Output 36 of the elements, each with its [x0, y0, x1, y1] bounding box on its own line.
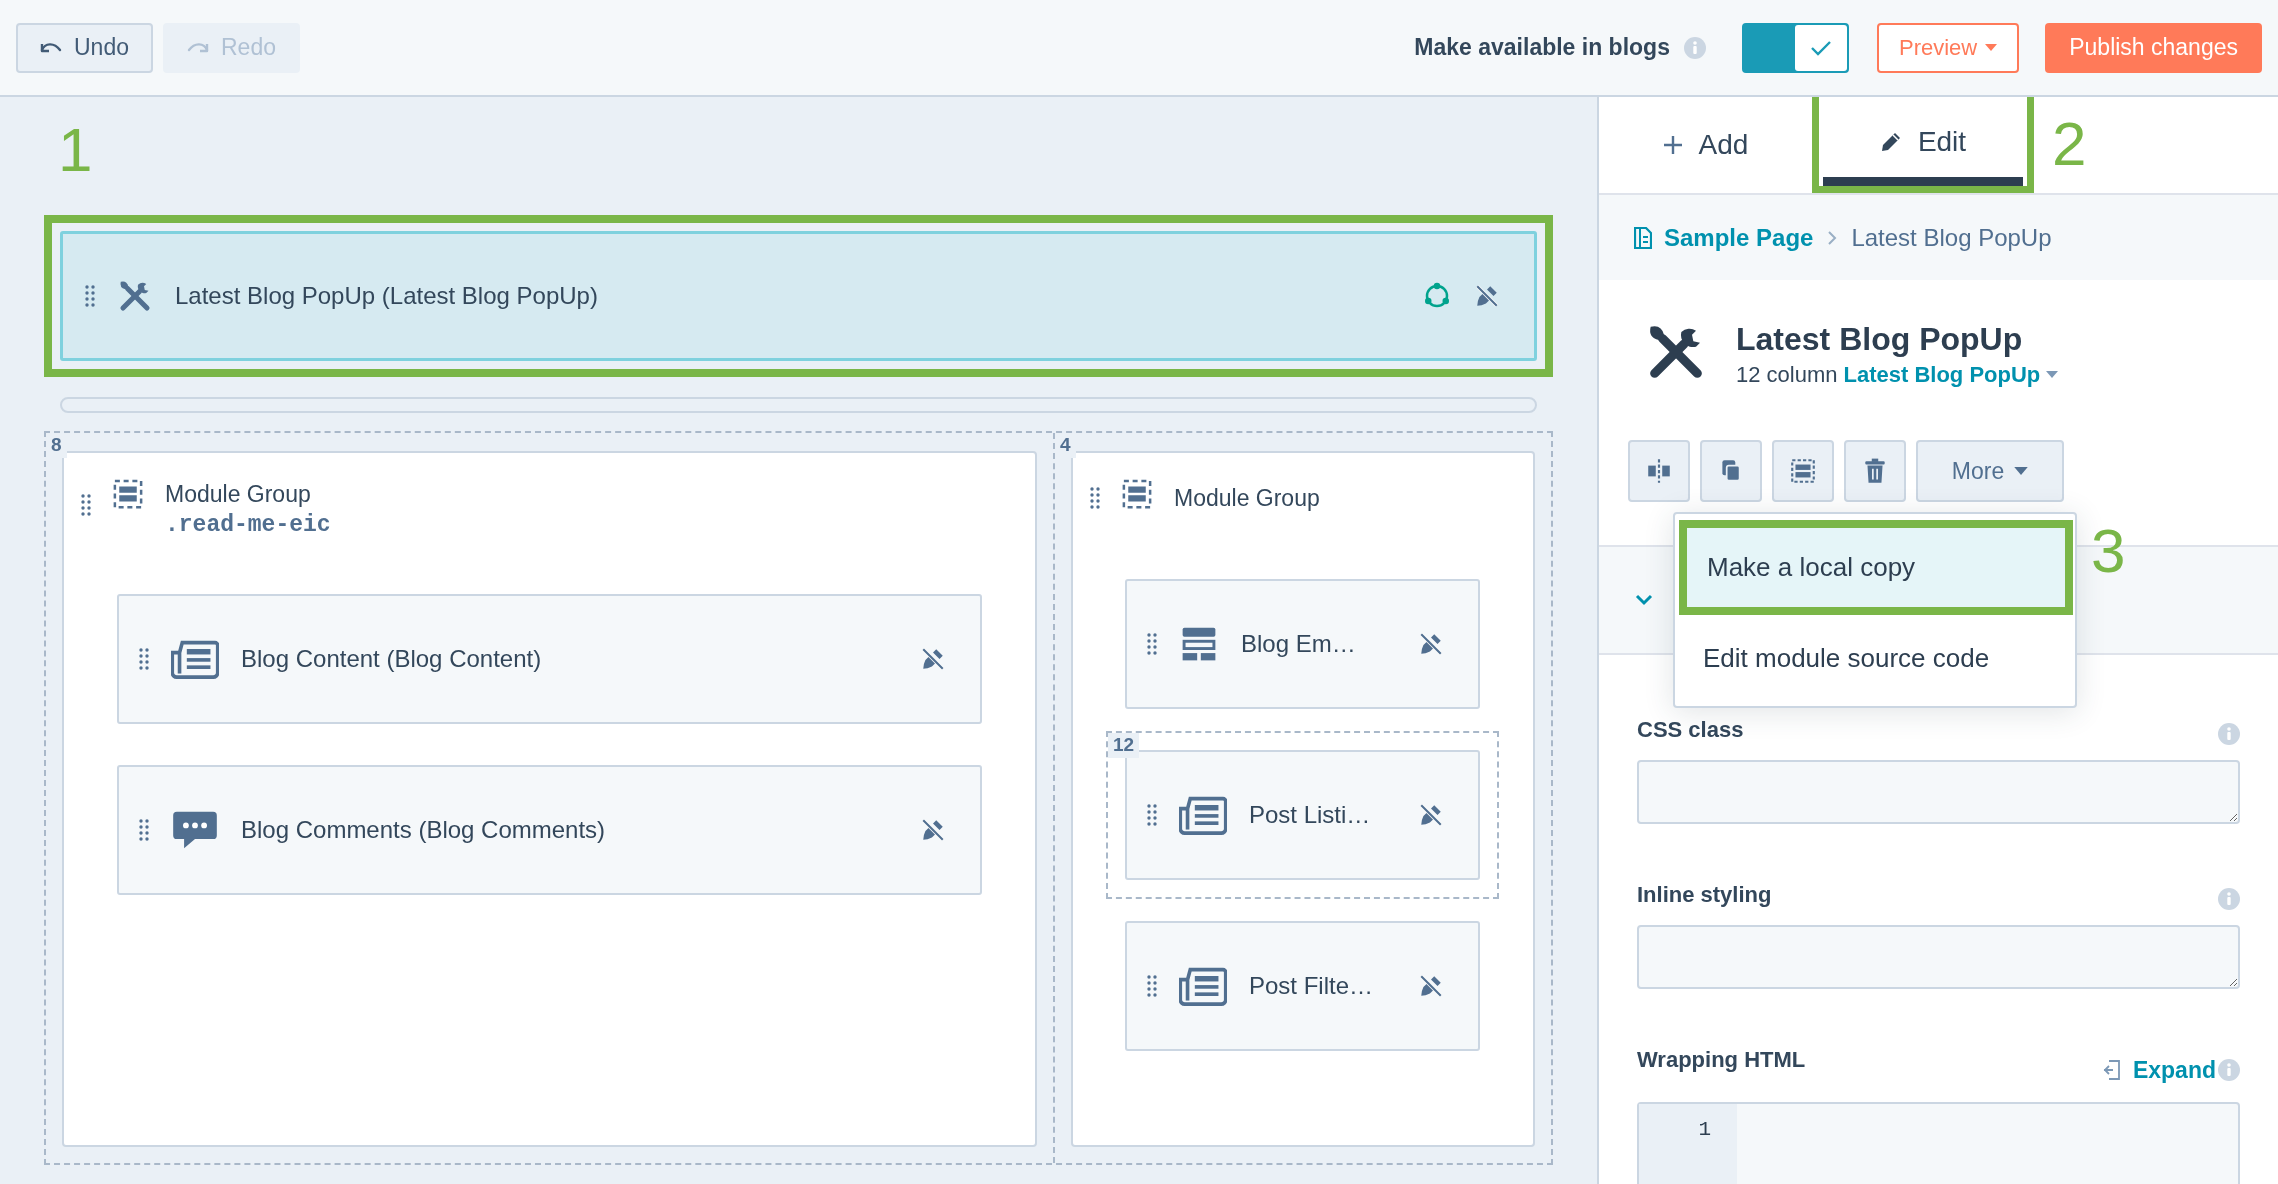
column-span-label: 12: [1108, 733, 1140, 758]
module-row[interactable]: Post Listi…: [1125, 750, 1480, 881]
toggle-label: Make available in blogs: [1414, 33, 1670, 63]
group-title: Module Group: [1174, 484, 1320, 513]
callout-number: 1: [58, 115, 93, 184]
module-row[interactable]: Post Filte…: [1125, 921, 1480, 1052]
module-row[interactable]: Blog Comments (Blog Comments): [117, 765, 982, 896]
line-number: 1: [1697, 1116, 1711, 1143]
code-editor-field[interactable]: 1: [1637, 1101, 2240, 1184]
module-label: Latest Blog PopUp (Latest Blog PopUp): [175, 281, 599, 311]
tab[interactable]: Add: [1599, 97, 1812, 193]
module-label: Post Listi…: [1249, 800, 1372, 831]
css-class-name: .read-me-eic: [165, 511, 331, 541]
more-button[interactable]: More: [1916, 440, 2064, 502]
module-label: Post Filte…: [1249, 971, 1375, 1002]
module-row[interactable]: Latest Blog PopUp (Latest Blog PopUp): [60, 231, 1537, 361]
tab[interactable]: Edit: [1823, 97, 2023, 186]
module-title: Latest Blog PopUp: [1736, 320, 2024, 359]
module-label: Blog Em…: [1241, 629, 1357, 660]
module-label: Blog Comments (Blog Comments): [241, 815, 607, 846]
breadcrumb-current: Latest Blog PopUp: [1851, 222, 2052, 253]
menu-item[interactable]: Edit module source code: [1675, 615, 2075, 702]
callout-number: 3: [2091, 520, 2126, 582]
menu-item[interactable]: Make a local copy: [1687, 528, 2065, 607]
module-row[interactable]: Blog Em…: [1125, 579, 1480, 710]
callout-number: 2: [2052, 113, 2087, 180]
undo-button[interactable]: Undo: [16, 22, 153, 73]
template-link[interactable]: Latest Blog PopUp: [1843, 358, 2041, 392]
module-row[interactable]: Blog Content (Blog Content): [117, 594, 982, 725]
module-label: Blog Content (Blog Content): [241, 644, 543, 675]
field-label: Wrapping HTML: [1637, 1046, 1806, 1074]
expand-link[interactable]: Expand: [2102, 1053, 2216, 1088]
field-label: Inline styling: [1637, 881, 1772, 909]
group-title: Module Group: [165, 480, 312, 509]
field-label: CSS class: [1637, 716, 1744, 744]
column-width: 12 column: [1736, 361, 1838, 390]
